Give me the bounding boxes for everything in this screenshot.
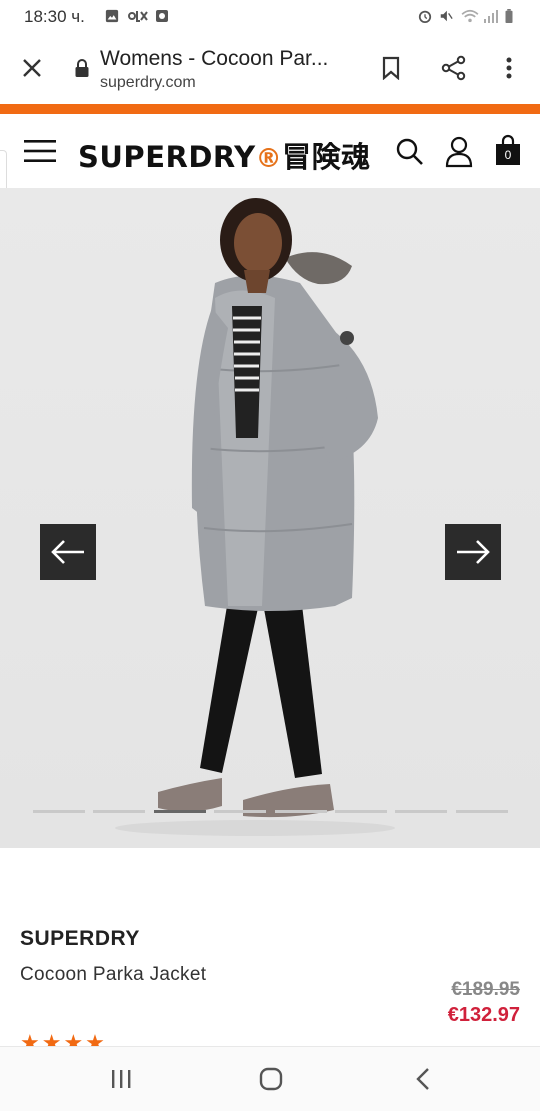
gallery-prev-button[interactable] xyxy=(40,524,96,580)
product-image-gallery[interactable] xyxy=(0,188,540,848)
home-icon[interactable] xyxy=(259,1067,283,1091)
search-icon[interactable] xyxy=(396,138,424,166)
page-url[interactable]: superdry.com xyxy=(100,74,196,92)
pagination-dash[interactable] xyxy=(275,810,327,813)
signal-icon xyxy=(484,10,498,23)
mute-icon xyxy=(440,10,453,22)
pagination-dash-active[interactable] xyxy=(154,810,206,813)
alarm-icon xyxy=(418,10,432,23)
page-title[interactable]: Womens - Cocoon Par... xyxy=(100,47,328,71)
original-price: €189.95 xyxy=(451,979,520,1000)
olx-icon xyxy=(128,11,148,22)
cart-button[interactable]: 0 xyxy=(495,134,521,166)
pagination-dash[interactable] xyxy=(93,810,145,813)
gallery-icon xyxy=(105,9,119,23)
sale-price: €132.97 xyxy=(447,1004,520,1026)
pagination-dash[interactable] xyxy=(456,810,508,813)
status-time: 18:30 ч. xyxy=(24,7,85,26)
account-icon[interactable] xyxy=(445,136,473,168)
product-name: Cocoon Parka Jacket xyxy=(20,964,207,985)
lock-icon[interactable] xyxy=(74,58,90,78)
pagination-dash[interactable] xyxy=(214,810,266,813)
arrow-right-icon xyxy=(457,540,490,564)
more-menu-icon[interactable] xyxy=(505,56,513,80)
wifi-icon xyxy=(461,9,479,23)
cart-count: 0 xyxy=(504,148,512,162)
product-photo xyxy=(115,198,395,836)
status-bar: 18:30 ч. xyxy=(0,0,540,34)
progress-accent-bar xyxy=(0,104,540,114)
pagination-dash[interactable] xyxy=(335,810,387,813)
share-icon[interactable] xyxy=(441,55,467,81)
back-icon[interactable] xyxy=(415,1067,431,1091)
system-navigation-bar xyxy=(0,1046,540,1111)
logo-text: SUPERDRY xyxy=(78,140,256,174)
recent-apps-icon[interactable] xyxy=(110,1069,132,1089)
pagination-dash[interactable] xyxy=(395,810,447,813)
hamburger-menu-icon[interactable] xyxy=(24,139,56,163)
browser-toolbar: Womens - Cocoon Par... superdry.com xyxy=(0,34,540,104)
gallery-next-button[interactable] xyxy=(445,524,501,580)
pagination-dash[interactable] xyxy=(33,810,85,813)
logo-registered-mark: ® xyxy=(255,144,283,174)
site-header: SUPERDRY®冒険魂 0 xyxy=(0,114,540,188)
app-notification-icon xyxy=(156,10,168,22)
product-brand: SUPERDRY xyxy=(20,927,140,950)
logo-cjk-text: 冒険魂 xyxy=(282,140,371,174)
superdry-logo[interactable]: SUPERDRY®冒険魂 xyxy=(78,134,371,176)
battery-icon xyxy=(505,9,513,23)
close-icon[interactable] xyxy=(22,58,42,78)
arrow-left-icon xyxy=(51,540,84,564)
bookmark-icon[interactable] xyxy=(381,56,401,80)
